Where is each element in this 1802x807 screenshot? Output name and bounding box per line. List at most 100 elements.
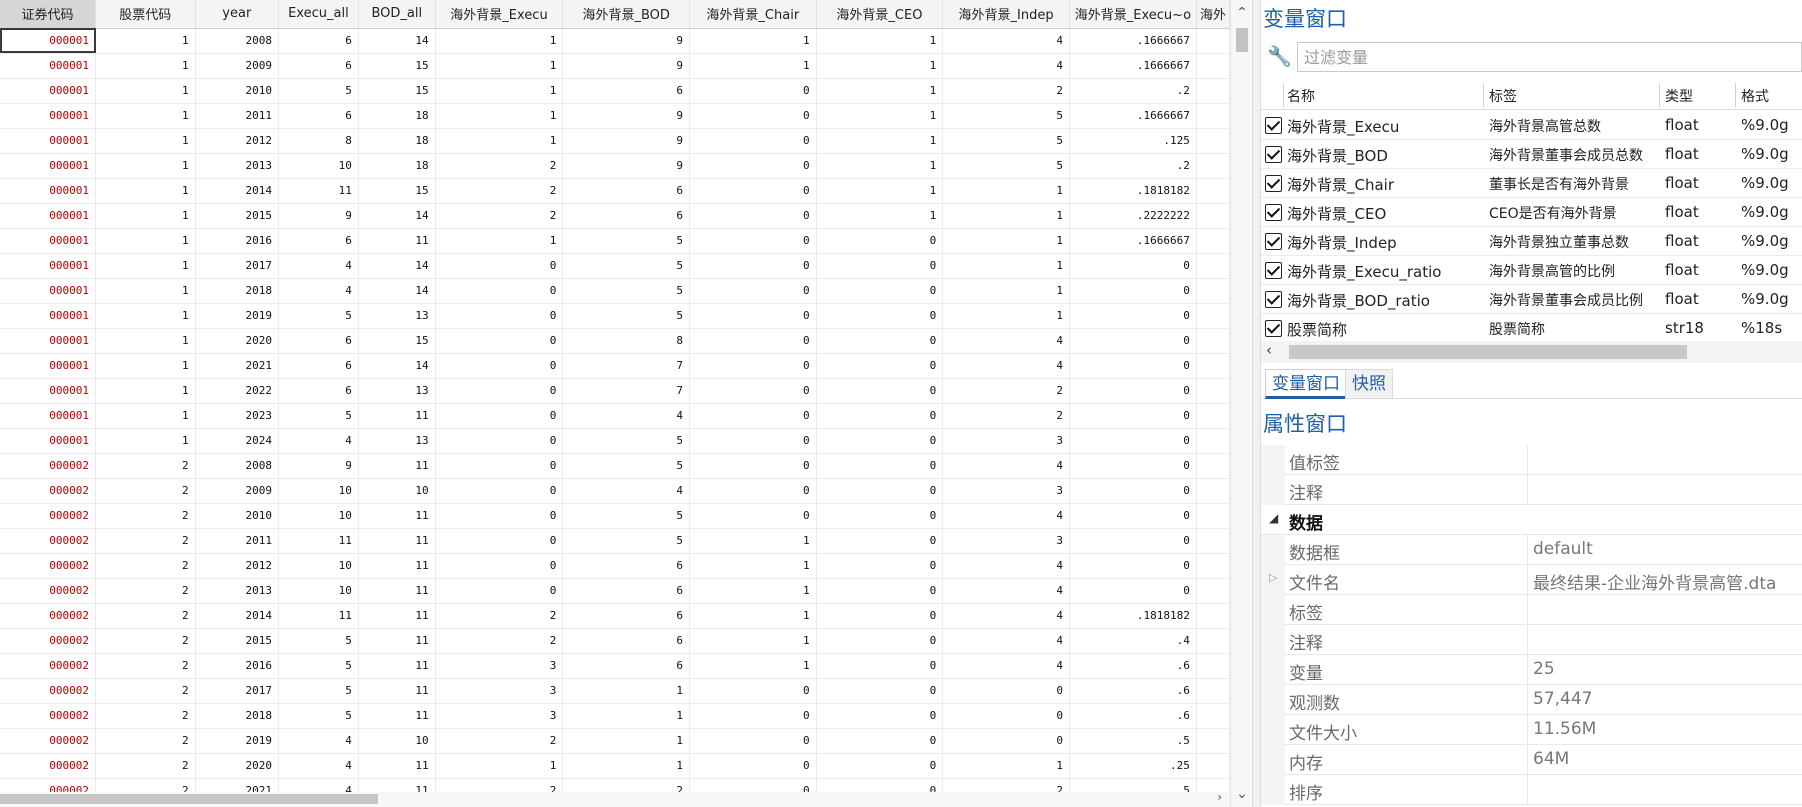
table-cell[interactable]: 2014 xyxy=(195,603,280,629)
table-cell[interactable]: 2019 xyxy=(195,303,280,329)
table-cell[interactable] xyxy=(1196,178,1230,204)
table-row[interactable]: 000001 1 2015 9 14 2 6 0 1 1.2222222 xyxy=(0,203,1230,229)
table-cell[interactable]: 1 xyxy=(562,678,690,704)
table-cell[interactable]: 3 xyxy=(942,528,1070,554)
table-cell[interactable]: .6 xyxy=(1069,653,1197,679)
table-cell[interactable]: 2008 xyxy=(195,453,280,479)
table-row[interactable]: 000001 1 2014 11 15 2 6 0 1 1.1818182 xyxy=(0,178,1230,204)
property-row[interactable]: ▷ 文件名 最终结果-企业海外背景高管.dta xyxy=(1261,565,1802,595)
table-cell[interactable]: 0 xyxy=(1069,403,1197,429)
table-cell[interactable]: 1 xyxy=(689,603,817,629)
table-cell[interactable]: 14 xyxy=(358,353,436,379)
table-cell[interactable]: 000002 xyxy=(0,603,97,629)
table-cell[interactable]: 000002 xyxy=(0,478,97,504)
table-cell[interactable]: 0 xyxy=(435,503,564,529)
table-cell[interactable]: 2 xyxy=(95,553,196,579)
table-cell[interactable]: 6 xyxy=(562,178,690,204)
table-row[interactable]: 000002 2 2016 5 11 3 6 1 0 4.6 xyxy=(0,653,1230,679)
table-cell[interactable]: 0 xyxy=(816,578,944,604)
table-row[interactable]: 000001 1 2017 4 14 0 5 0 0 1 0 xyxy=(0,253,1230,279)
table-cell[interactable]: 2017 xyxy=(195,678,280,704)
table-cell[interactable]: 15 xyxy=(358,78,436,104)
table-cell[interactable]: 1 xyxy=(95,203,196,229)
table-cell[interactable]: 2 xyxy=(95,678,196,704)
variable-row[interactable]: 海外背景_BOD_ratio 海外背景董事会成员比例 float %9.0g xyxy=(1261,285,1802,314)
table-cell[interactable]: 1 xyxy=(942,278,1070,304)
table-cell[interactable]: 0 xyxy=(816,653,944,679)
table-cell[interactable]: 15 xyxy=(358,328,436,354)
table-row[interactable]: 000002 2 2017 5 11 3 1 0 0 0.6 xyxy=(0,678,1230,704)
table-cell[interactable]: 1 xyxy=(562,728,690,754)
table-cell[interactable]: 0 xyxy=(435,528,564,554)
property-row[interactable]: 数据框 default xyxy=(1261,535,1802,565)
property-row[interactable]: 内存 64M xyxy=(1261,745,1802,775)
table-cell[interactable]: 0 xyxy=(435,578,564,604)
table-cell[interactable]: 0 xyxy=(816,303,944,329)
table-cell[interactable]: 0 xyxy=(689,378,817,404)
table-cell[interactable]: 11 xyxy=(358,228,436,254)
variable-row[interactable]: 海外背景_Indep 海外背景独立董事总数 float %9.0g xyxy=(1261,227,1802,256)
table-cell[interactable]: 000001 xyxy=(0,153,97,179)
table-cell[interactable]: 1 xyxy=(95,328,196,354)
table-cell[interactable]: 000002 xyxy=(0,753,97,779)
variable-checkbox[interactable] xyxy=(1265,262,1282,279)
grid-vertical-scrollbar[interactable]: ⌃ ⌄ xyxy=(1230,0,1252,807)
table-cell[interactable]: 1 xyxy=(95,78,196,104)
table-cell[interactable]: 0 xyxy=(942,678,1070,704)
table-cell[interactable] xyxy=(1196,728,1230,754)
table-cell[interactable]: 0 xyxy=(1069,253,1197,279)
table-cell[interactable]: 1 xyxy=(435,753,564,779)
scroll-thumb[interactable] xyxy=(1289,345,1687,359)
data-grid[interactable]: 证券代码 股票代码 year Execu_all BOD_all 海外背景_Execu 海外… xyxy=(0,0,1230,807)
table-cell[interactable]: 4 xyxy=(278,428,359,454)
table-row[interactable]: 000002 2 2012 10 11 0 6 1 0 4 0 xyxy=(0,553,1230,579)
table-cell[interactable]: 11 xyxy=(358,678,436,704)
column-header[interactable]: 海外背景_Chair xyxy=(689,0,817,29)
table-cell[interactable]: 2 xyxy=(435,203,564,229)
table-cell[interactable]: 11 xyxy=(358,578,436,604)
table-cell[interactable]: 11 xyxy=(358,503,436,529)
table-cell[interactable]: 6 xyxy=(278,328,359,354)
table-cell[interactable]: 2008 xyxy=(195,28,280,54)
table-cell[interactable]: 000001 xyxy=(0,403,97,429)
table-cell[interactable]: 2024 xyxy=(195,428,280,454)
pane-splitter[interactable] xyxy=(1252,0,1261,807)
property-row[interactable]: 注释 xyxy=(1261,475,1802,505)
table-cell[interactable]: 1 xyxy=(95,53,196,79)
table-cell[interactable]: 10 xyxy=(358,478,436,504)
table-row[interactable]: 000001 1 2021 6 14 0 7 0 0 4 0 xyxy=(0,353,1230,379)
table-cell[interactable]: 1 xyxy=(435,128,564,154)
table-cell[interactable]: 18 xyxy=(358,153,436,179)
scroll-thumb[interactable] xyxy=(1236,28,1248,52)
table-cell[interactable]: 0 xyxy=(435,553,564,579)
table-cell[interactable]: .2 xyxy=(1069,78,1197,104)
table-cell[interactable] xyxy=(1196,128,1230,154)
table-cell[interactable] xyxy=(1196,678,1230,704)
table-cell[interactable]: 000002 xyxy=(0,453,97,479)
table-row[interactable]: 000001 1 2013 10 18 2 9 0 1 5.2 xyxy=(0,153,1230,179)
table-cell[interactable]: 0 xyxy=(689,478,817,504)
table-cell[interactable]: 0 xyxy=(435,303,564,329)
table-cell[interactable]: 3 xyxy=(942,478,1070,504)
table-cell[interactable] xyxy=(1196,553,1230,579)
tab-snapshots[interactable]: 快照 xyxy=(1345,369,1393,399)
grid-horizontal-scrollbar[interactable]: › xyxy=(0,790,1230,807)
table-cell[interactable]: 1 xyxy=(95,178,196,204)
column-header[interactable]: 海外 xyxy=(1196,0,1230,29)
table-cell[interactable]: 000002 xyxy=(0,503,97,529)
table-cell[interactable]: 2 xyxy=(95,528,196,554)
table-cell[interactable]: 2012 xyxy=(195,553,280,579)
table-cell[interactable]: 2013 xyxy=(195,578,280,604)
table-cell[interactable]: 0 xyxy=(816,378,944,404)
table-cell[interactable]: 7 xyxy=(562,378,690,404)
table-cell[interactable]: 1 xyxy=(942,253,1070,279)
table-cell[interactable]: 000002 xyxy=(0,553,97,579)
table-cell[interactable]: 0 xyxy=(689,728,817,754)
table-cell[interactable]: 0 xyxy=(1069,578,1197,604)
table-cell[interactable]: 1 xyxy=(95,303,196,329)
table-cell[interactable]: 6 xyxy=(278,378,359,404)
table-cell[interactable]: 5 xyxy=(278,78,359,104)
table-cell[interactable]: 2 xyxy=(95,628,196,654)
property-row[interactable]: 变量 25 xyxy=(1261,655,1802,685)
table-cell[interactable]: 4 xyxy=(942,328,1070,354)
